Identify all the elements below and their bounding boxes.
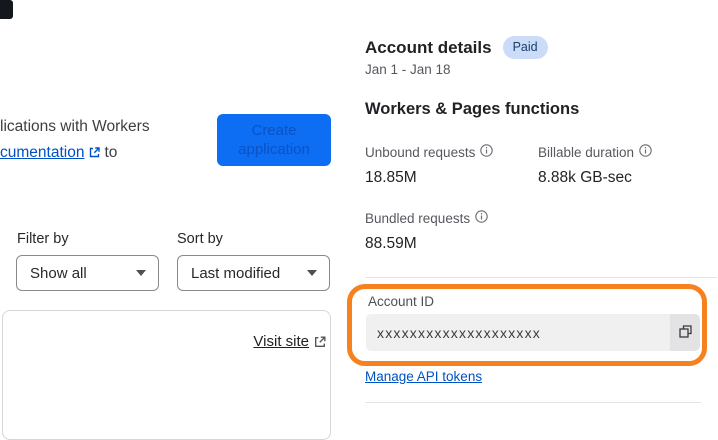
divider — [365, 402, 701, 403]
info-icon[interactable] — [475, 210, 488, 226]
divider — [365, 277, 717, 278]
account-id-input[interactable] — [366, 314, 670, 351]
sort-by-label: Sort by — [177, 231, 223, 247]
filter-select-value: Show all — [30, 264, 87, 282]
manage-api-tokens-link[interactable]: Manage API tokens — [365, 369, 482, 384]
filter-by-label: Filter by — [17, 231, 69, 247]
filter-select[interactable]: Show all — [16, 255, 159, 291]
project-card: Visit site — [2, 310, 331, 440]
stat-value: 18.85M — [365, 169, 417, 186]
chevron-down-icon — [136, 270, 146, 276]
external-link-icon — [313, 335, 327, 354]
stat-label: Unbound requests — [365, 144, 494, 160]
external-link-icon — [88, 142, 101, 168]
stat-unbound-requests: Unbound requests 18.85M — [365, 144, 494, 187]
documentation-link[interactable]: cumentation — [0, 144, 84, 161]
sort-select-value: Last modified — [191, 264, 281, 282]
stat-value: 88.59M — [365, 235, 417, 252]
info-icon[interactable] — [480, 144, 494, 160]
intro-suffix: to — [104, 144, 118, 161]
workers-pages-functions-heading: Workers & Pages functions — [365, 100, 580, 118]
workers-intro-text: lications with Workers cumentation to — [0, 114, 150, 168]
account-id-row — [366, 314, 700, 351]
intro-line2: cumentation to — [0, 140, 150, 168]
chevron-down-icon — [307, 270, 317, 276]
cropped-edge-artifact — [0, 0, 13, 19]
stat-value: 8.88k GB-sec — [538, 169, 632, 186]
info-icon[interactable] — [639, 144, 652, 160]
account-id-label: Account ID — [368, 294, 435, 309]
stat-label: Billable duration — [538, 144, 652, 160]
stat-bundled-requests: Bundled requests 88.59M — [365, 210, 488, 253]
stat-label: Bundled requests — [365, 210, 488, 226]
stat-billable-duration: Billable duration 8.88k GB-sec — [538, 144, 652, 187]
paid-badge: Paid — [502, 36, 548, 59]
date-range: Jan 1 - Jan 18 — [365, 62, 451, 77]
account-details-heading: Account details Paid — [365, 36, 548, 59]
intro-line1: lications with Workers — [0, 118, 150, 135]
create-application-button[interactable]: Create application — [217, 114, 331, 166]
sort-select[interactable]: Last modified — [177, 255, 330, 291]
copy-icon — [678, 324, 693, 342]
copy-account-id-button[interactable] — [670, 314, 700, 351]
account-details-title: Account details — [365, 37, 492, 57]
visit-site-link[interactable]: Visit site — [253, 333, 309, 350]
